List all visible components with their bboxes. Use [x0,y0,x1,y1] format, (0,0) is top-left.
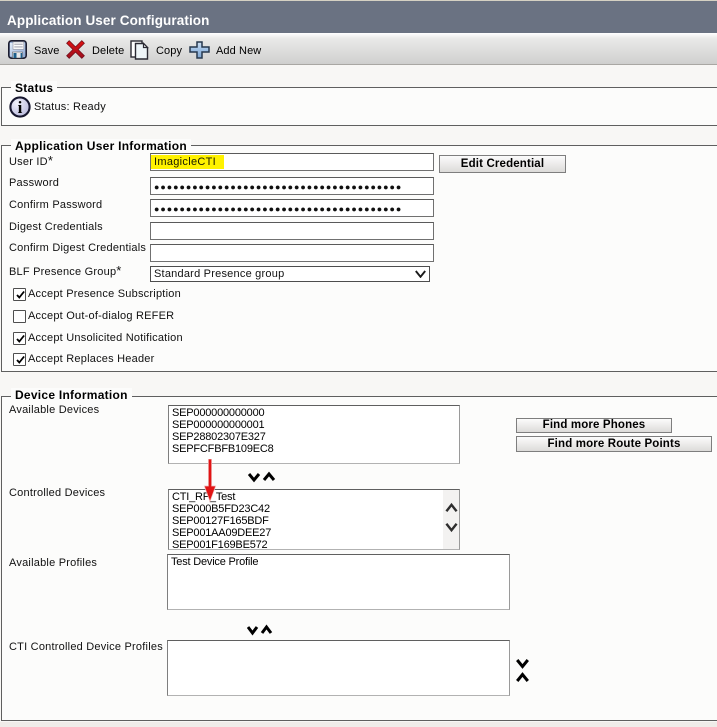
svg-text:i: i [18,98,23,117]
